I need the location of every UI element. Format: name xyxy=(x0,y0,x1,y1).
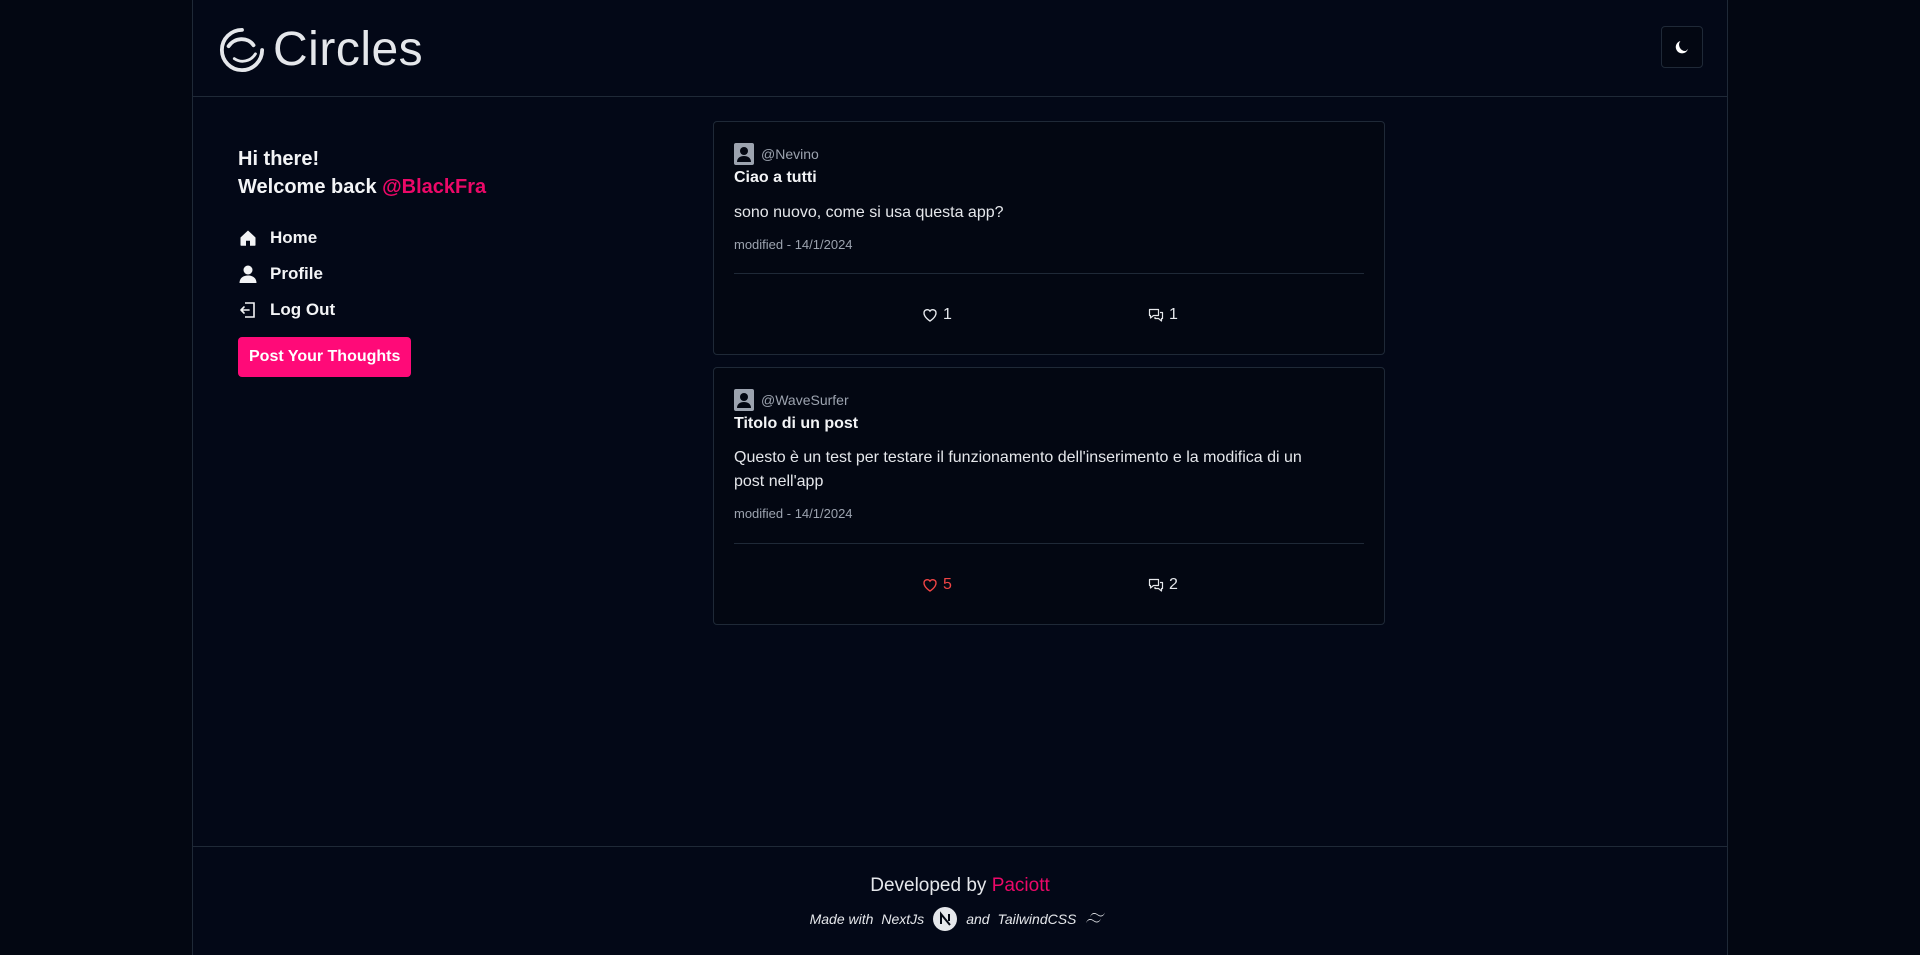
comment-count: 2 xyxy=(1169,576,1178,593)
welcome-text: Welcome back xyxy=(238,176,383,198)
greeting-line1: Hi there! xyxy=(238,148,320,170)
logo[interactable]: Circles xyxy=(219,24,423,76)
nav-label-home: Home xyxy=(270,228,318,247)
tech-nextjs-label: NextJs xyxy=(881,911,925,927)
made-with-text: Made with xyxy=(809,911,874,927)
nextjs-icon xyxy=(933,907,958,931)
user-icon xyxy=(239,265,257,283)
tailwindcss-icon xyxy=(1086,912,1106,923)
author-name: @WaveSurfer xyxy=(761,392,849,408)
post-author[interactable]: @WaveSurfer xyxy=(734,389,849,411)
author-name: @Nevino xyxy=(761,146,819,162)
comments-icon xyxy=(1148,578,1164,592)
author-avatar-icon xyxy=(734,389,754,411)
greeting: Hi there! Welcome back @BlackFra xyxy=(238,145,486,201)
post-body: sono nuovo, come si usa questa app? xyxy=(734,204,1004,221)
header: Circles xyxy=(193,0,1727,97)
post-divider xyxy=(734,543,1364,544)
app-frame: Circles Hi there! Welcome back @BlackFra… xyxy=(192,0,1728,955)
and-text: and xyxy=(966,911,990,927)
comment-button[interactable]: 2 xyxy=(1148,576,1178,594)
footer: Developed by Paciott Made with NextJs an… xyxy=(193,846,1727,955)
tech-tailwind-label: TailwindCSS xyxy=(997,911,1077,927)
developed-by-text: Developed by xyxy=(870,875,992,896)
comment-count: 1 xyxy=(1169,306,1178,323)
nav-item-home[interactable]: Home xyxy=(238,220,335,256)
theme-toggle-button[interactable] xyxy=(1661,26,1703,68)
nav-label-logout: Log Out xyxy=(270,300,336,319)
nav-label-profile: Profile xyxy=(270,264,323,283)
like-count: 1 xyxy=(943,306,952,323)
developer-link[interactable]: Paciott xyxy=(992,875,1050,896)
greeting-line2: Welcome back @BlackFra xyxy=(238,173,486,201)
like-button[interactable]: 5 xyxy=(922,576,952,594)
home-icon xyxy=(240,230,256,246)
made-with: Made with NextJs and TailwindCSS xyxy=(193,906,1727,932)
post-title: Ciao a tutti xyxy=(734,169,817,186)
author-avatar-icon xyxy=(734,143,754,165)
heart-icon xyxy=(923,579,937,592)
logout-icon xyxy=(240,302,255,318)
circles-logo-icon xyxy=(219,27,265,73)
post-body: Questo è un test per testare il funziona… xyxy=(734,449,1302,490)
comments-icon xyxy=(1148,308,1164,322)
like-count: 5 xyxy=(943,576,952,593)
post-meta: modified - 14/1/2024 xyxy=(734,506,853,521)
heart-icon xyxy=(923,309,937,322)
current-username: @BlackFra xyxy=(382,176,487,198)
app-name: Circles xyxy=(273,23,424,76)
like-button[interactable]: 1 xyxy=(922,306,952,324)
moon-icon xyxy=(1675,40,1689,54)
nav-item-logout[interactable]: Log Out xyxy=(238,292,335,328)
post-your-thoughts-button[interactable]: Post Your Thoughts xyxy=(238,337,412,377)
post-divider xyxy=(734,273,1364,274)
comment-button[interactable]: 1 xyxy=(1148,306,1178,324)
post-author[interactable]: @Nevino xyxy=(734,143,819,165)
developed-by: Developed by Paciott xyxy=(193,875,1727,897)
post-card: @WaveSurfer Titolo di un post Questo è u… xyxy=(713,367,1385,625)
sidebar-nav: Home Profile Log Out xyxy=(238,220,335,328)
nav-item-profile[interactable]: Profile xyxy=(238,256,335,292)
post-card: @Nevino Ciao a tutti sono nuovo, come si… xyxy=(713,121,1385,355)
post-meta: modified - 14/1/2024 xyxy=(734,237,853,252)
post-title: Titolo di un post xyxy=(734,415,859,432)
